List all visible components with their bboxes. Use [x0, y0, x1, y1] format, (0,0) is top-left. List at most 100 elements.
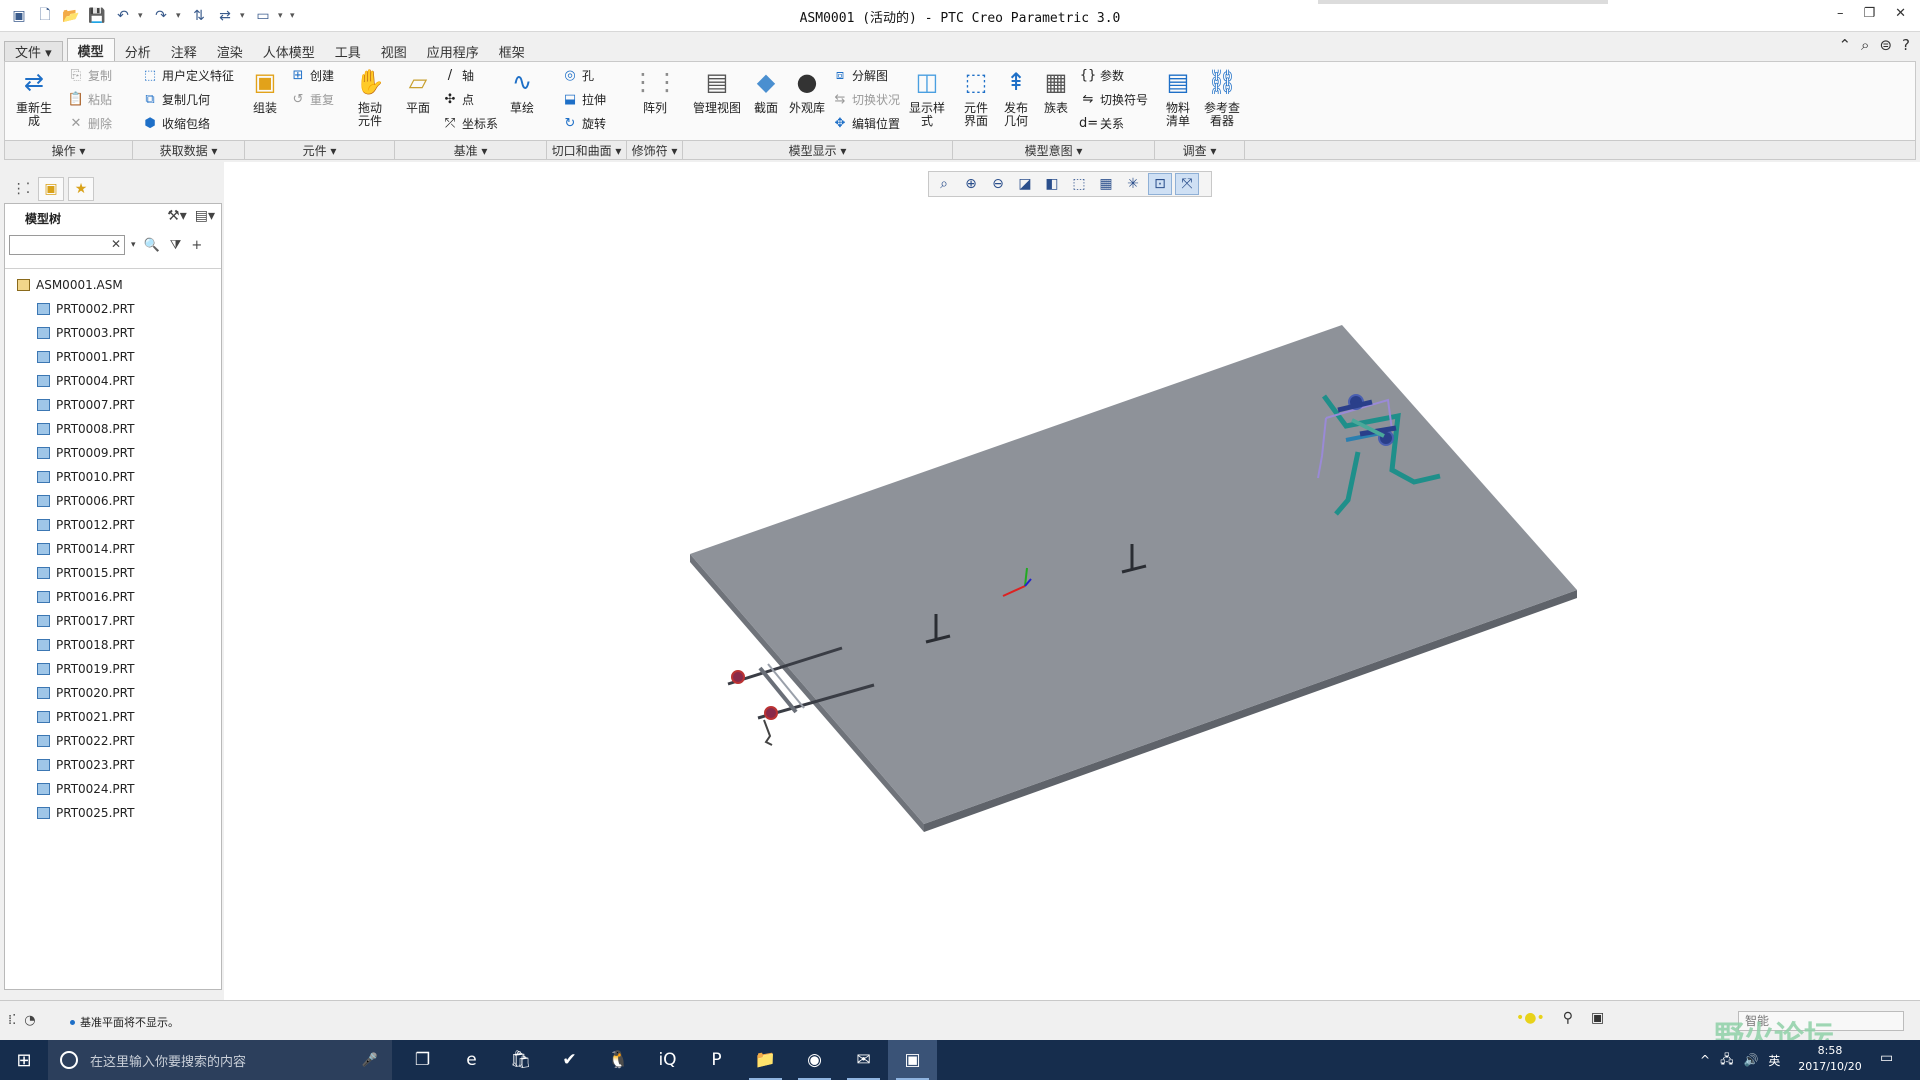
tree-root-assembly[interactable]: ASM0001.ASM	[5, 273, 221, 297]
relations-button[interactable]: d= 关系	[1079, 113, 1124, 133]
taskbar-app-button[interactable]: ❐	[398, 1040, 447, 1080]
manage-views-button[interactable]: ▤ 管理视图	[687, 66, 747, 115]
add-icon[interactable]: +	[191, 238, 202, 253]
filter-icon[interactable]: ⧩	[170, 238, 182, 253]
taskbar-app-button[interactable]: 🛍	[496, 1040, 545, 1080]
create-button[interactable]: ⊞ 创建	[289, 65, 334, 85]
plane-button[interactable]: ▱ 平面	[399, 66, 437, 115]
search-icon[interactable]: ⌕	[1861, 36, 1869, 54]
tree-item-part[interactable]: PRT0022.PRT	[5, 729, 221, 753]
group-get-data[interactable]: 获取数据 ▾	[133, 141, 245, 159]
tab-folder-browser[interactable]: ▣	[38, 177, 64, 201]
refit-button[interactable]: ⌕	[932, 173, 956, 195]
tree-item-part[interactable]: PRT0015.PRT	[5, 561, 221, 585]
taskbar-app-button[interactable]: ✉	[839, 1040, 888, 1080]
repaint-button[interactable]: ◪	[1013, 173, 1037, 195]
tab-manikin[interactable]: 人体模型	[253, 41, 325, 62]
tree-item-part[interactable]: PRT0016.PRT	[5, 585, 221, 609]
tab-analysis[interactable]: 分析	[115, 41, 161, 62]
taskbar-app-button[interactable]: ✔	[545, 1040, 594, 1080]
tab-view[interactable]: 视图	[371, 41, 417, 62]
tab-framework[interactable]: 框架	[489, 41, 535, 62]
switch-symbols-button[interactable]: ⇋ 切换符号	[1079, 89, 1148, 109]
tree-item-part[interactable]: PRT0020.PRT	[5, 681, 221, 705]
section-button[interactable]: ◆ 截面	[747, 66, 785, 115]
tab-tools[interactable]: 工具	[325, 41, 371, 62]
find-icon[interactable]: 🔍	[144, 238, 160, 253]
tree-item-part[interactable]: PRT0023.PRT	[5, 753, 221, 777]
toggle-status-button[interactable]: ⇆ 切换状况	[831, 89, 900, 109]
publish-geometry-button[interactable]: ⇞ 发布 几何	[997, 66, 1035, 128]
minimize-button[interactable]: –	[1837, 6, 1844, 21]
tree-item-part[interactable]: PRT0019.PRT	[5, 657, 221, 681]
axis-button[interactable]: / 轴	[441, 65, 474, 85]
display-style-toolbar-button[interactable]: ◧	[1040, 173, 1064, 195]
taskbar-app-button[interactable]: iQ	[643, 1040, 692, 1080]
repeat-button[interactable]: ↺ 重复	[289, 89, 334, 109]
tree-item-part[interactable]: PRT0001.PRT	[5, 345, 221, 369]
udf-button[interactable]: ⬚ 用户定义特征	[141, 65, 234, 85]
shrinkwrap-button[interactable]: ⬢ 收缩包络	[141, 113, 210, 133]
delete-button[interactable]: ✕ 删除	[67, 113, 112, 133]
pattern-button[interactable]: ⋮⋮ 阵列	[631, 66, 679, 115]
saved-orientations-button[interactable]: ⬚	[1067, 173, 1091, 195]
microphone-icon[interactable]: 🎤	[362, 1053, 378, 1068]
family-table-button[interactable]: ▦ 族表	[1037, 66, 1075, 115]
annotation-display-button[interactable]: ⊡	[1148, 173, 1172, 195]
sketch-button[interactable]: ∿ 草绘	[503, 66, 541, 115]
reference-viewer-button[interactable]: ⛓ 参考查 看器	[1199, 66, 1245, 128]
group-model-intent[interactable]: 模型意图 ▾	[953, 141, 1155, 159]
tree-item-part[interactable]: PRT0014.PRT	[5, 537, 221, 561]
notifications-icon[interactable]: ▭	[1880, 1050, 1893, 1066]
tree-item-part[interactable]: PRT0004.PRT	[5, 369, 221, 393]
bom-button[interactable]: ▤ 物料 清单	[1159, 66, 1197, 128]
extrude-button[interactable]: ⬓ 拉伸	[561, 89, 606, 109]
point-button[interactable]: ✣ 点	[441, 89, 474, 109]
group-component[interactable]: 元件 ▾	[245, 141, 395, 159]
tree-item-part[interactable]: PRT0002.PRT	[5, 297, 221, 321]
tree-item-part[interactable]: PRT0008.PRT	[5, 417, 221, 441]
tree-item-part[interactable]: PRT0007.PRT	[5, 393, 221, 417]
taskbar-app-button[interactable]: ◉	[790, 1040, 839, 1080]
input-method-icon[interactable]: 英	[1768, 1052, 1780, 1069]
taskbar-app-button[interactable]: 📁	[741, 1040, 790, 1080]
selection-icon[interactable]: ▣	[1591, 1010, 1604, 1026]
tab-model-tree[interactable]: ⋮⁚	[8, 177, 34, 201]
tree-item-part[interactable]: PRT0018.PRT	[5, 633, 221, 657]
component-interface-button[interactable]: ⬚ 元件 界面	[957, 66, 995, 128]
zoom-in-button[interactable]: ⊕	[959, 173, 983, 195]
network-icon[interactable]: 🖧	[1720, 1050, 1733, 1071]
taskbar-app-button[interactable]: P	[692, 1040, 741, 1080]
group-datum[interactable]: 基准 ▾	[395, 141, 547, 159]
datum-display-button[interactable]: ✳	[1121, 173, 1145, 195]
zoom-out-button[interactable]: ⊖	[986, 173, 1010, 195]
group-operations[interactable]: 操作 ▾	[5, 141, 133, 159]
clear-icon[interactable]: ✕	[111, 237, 121, 251]
group-model-display[interactable]: 模型显示 ▾	[683, 141, 953, 159]
appearance-gallery-button[interactable]: ● 外观库	[785, 66, 829, 115]
tree-item-part[interactable]: PRT0009.PRT	[5, 441, 221, 465]
search-dropdown-icon[interactable]: ▾	[131, 240, 136, 250]
find-status-icon[interactable]: ⚲	[1563, 1010, 1573, 1026]
taskbar-app-button[interactable]: ▣	[888, 1040, 937, 1080]
restore-button[interactable]: ❐	[1863, 6, 1875, 21]
tab-file[interactable]: 文件 ▾	[4, 41, 63, 62]
tree-item-part[interactable]: PRT0006.PRT	[5, 489, 221, 513]
tray-expand-icon[interactable]: ^	[1700, 1053, 1710, 1067]
tree-item-part[interactable]: PRT0025.PRT	[5, 801, 221, 825]
tree-item-part[interactable]: PRT0021.PRT	[5, 705, 221, 729]
tree-item-part[interactable]: PRT0012.PRT	[5, 513, 221, 537]
revolve-button[interactable]: ↻ 旋转	[561, 113, 606, 133]
copy-button[interactable]: ⎘ 复制	[67, 65, 112, 85]
group-modifiers[interactable]: 修饰符 ▾	[627, 141, 683, 159]
parameters-button[interactable]: {} 参数	[1079, 65, 1124, 85]
tab-model[interactable]: 模型	[66, 38, 115, 62]
paste-button[interactable]: 📋 粘贴	[67, 89, 112, 109]
navigator-toggle-icon[interactable]: ⁞⁚	[8, 1013, 16, 1028]
drag-components-button[interactable]: ✋ 拖动 元件	[351, 66, 389, 128]
model-tree-search-input[interactable]: ✕	[9, 235, 125, 255]
tree-item-part[interactable]: PRT0010.PRT	[5, 465, 221, 489]
spin-center-button[interactable]: ⤧	[1175, 173, 1199, 195]
hole-button[interactable]: ◎ 孔	[561, 65, 594, 85]
tab-render[interactable]: 渲染	[207, 41, 253, 62]
